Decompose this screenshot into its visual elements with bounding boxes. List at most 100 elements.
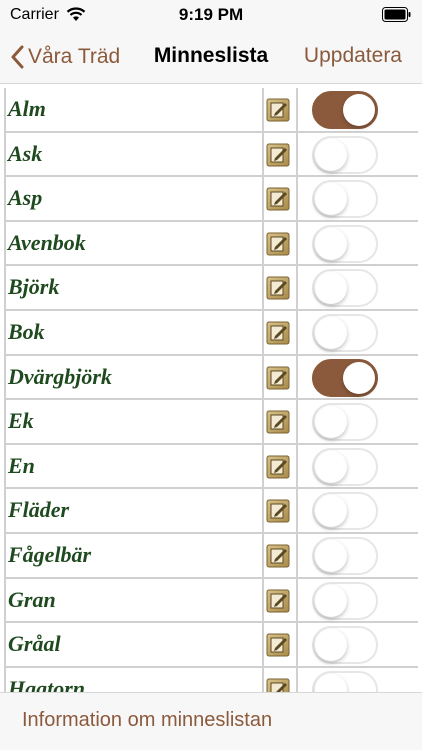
tree-name-cell[interactable]: Ask (6, 132, 264, 176)
toggle-knob (315, 406, 347, 439)
tree-list[interactable]: Alm Ask Asp Avenbok Björk Bok Dvärgbjörk… (4, 88, 418, 692)
edit-note-icon[interactable] (266, 321, 290, 345)
toggle-knob (343, 361, 375, 394)
edit-note-icon[interactable] (266, 187, 290, 211)
tree-name: Fågelbär (8, 541, 92, 567)
update-button[interactable]: Uppdatera (304, 44, 402, 68)
toggle-knob (315, 183, 347, 216)
edit-note-icon[interactable] (266, 276, 290, 300)
edit-note-icon[interactable] (266, 366, 290, 390)
edit-note-icon[interactable] (266, 98, 290, 122)
remember-toggle[interactable] (312, 447, 378, 486)
tree-name: Ask (8, 140, 43, 166)
remember-toggle[interactable] (312, 536, 378, 575)
toggle-cell (296, 444, 418, 488)
back-button[interactable]: Våra Träd (10, 40, 120, 74)
edit-note-icon[interactable] (266, 455, 290, 479)
remember-toggle[interactable] (312, 313, 378, 352)
remember-toggle[interactable] (312, 180, 378, 219)
toggle-cell (296, 623, 418, 666)
table-row: Bok (6, 310, 418, 356)
edit-note-icon[interactable] (266, 232, 290, 256)
info-link[interactable]: Information om minneslistan (22, 709, 272, 732)
remember-toggle[interactable] (312, 135, 378, 174)
remember-toggle[interactable] (312, 670, 378, 692)
remember-toggle[interactable] (312, 581, 378, 620)
remember-toggle[interactable] (312, 358, 378, 397)
tree-name-cell[interactable]: Avenbok (6, 221, 264, 265)
toggle-knob (315, 450, 347, 483)
toggle-cell (296, 132, 418, 176)
toggle-cell (296, 578, 418, 622)
table-row: En (6, 444, 418, 490)
edit-note-icon[interactable] (266, 544, 290, 568)
edit-note-icon[interactable] (266, 633, 290, 657)
edit-note-icon[interactable] (266, 678, 290, 692)
toggle-knob (315, 629, 347, 662)
toggle-knob (315, 138, 347, 171)
tree-name-cell[interactable]: Fågelbär (6, 533, 264, 577)
remember-toggle[interactable] (312, 269, 378, 308)
tree-name: Avenbok (8, 229, 86, 255)
status-time: 9:19 PM (178, 5, 244, 24)
toggle-cell (296, 177, 418, 220)
toggle-cell (296, 400, 418, 443)
back-button-label: Våra Träd (28, 45, 121, 68)
toggle-knob (315, 673, 347, 692)
tree-name-cell[interactable]: Bok (6, 310, 264, 354)
table-row: Fågelbär (6, 533, 418, 579)
toggle-knob (315, 539, 347, 572)
tree-name: Gran (8, 586, 56, 612)
edit-note-icon[interactable] (266, 143, 290, 167)
remember-toggle[interactable] (312, 403, 378, 442)
toggle-cell (296, 266, 418, 309)
navigation-bar: Våra Träd Minneslista Uppdatera (0, 30, 422, 84)
remember-toggle[interactable] (312, 626, 378, 665)
tree-name-cell[interactable]: Gran (6, 578, 264, 622)
tree-name-cell[interactable]: Hagtorn (6, 667, 264, 692)
tree-name: Asp (8, 185, 43, 211)
tree-name: Fläder (8, 497, 70, 523)
toggle-cell (296, 88, 418, 131)
toggle-knob (315, 495, 347, 528)
tree-name-cell[interactable]: En (6, 444, 264, 488)
bottom-toolbar: Information om minneslistan (0, 692, 422, 750)
battery-icon (382, 7, 411, 22)
table-row: Gråal (6, 623, 418, 668)
tree-name: Alm (8, 96, 46, 121)
tree-name: Björk (8, 274, 60, 300)
table-row: Björk (6, 266, 418, 311)
tree-name-cell[interactable]: Asp (6, 177, 264, 220)
table-row: Hagtorn (6, 667, 418, 692)
edit-note-icon[interactable] (266, 410, 290, 434)
toggle-knob (315, 584, 347, 617)
toggle-cell (296, 489, 418, 532)
tree-name: Ek (8, 408, 34, 434)
toggle-knob (343, 94, 375, 126)
chevron-left-icon (11, 45, 24, 69)
remember-toggle[interactable] (312, 91, 378, 129)
tree-name: Bok (8, 318, 45, 344)
table-row: Dvärgbjörk (6, 355, 418, 401)
table-row: Avenbok (6, 221, 418, 267)
tree-name: Hagtorn (8, 675, 86, 692)
remember-toggle[interactable] (312, 224, 378, 263)
tree-name-cell[interactable]: Gråal (6, 623, 264, 666)
tree-name-cell[interactable]: Dvärgbjörk (6, 355, 264, 399)
remember-toggle[interactable] (312, 492, 378, 531)
tree-name-cell[interactable]: Björk (6, 266, 264, 309)
toggle-cell (296, 310, 418, 354)
tree-name-cell[interactable]: Fläder (6, 489, 264, 532)
tree-name-cell[interactable]: Ek (6, 400, 264, 443)
table-row: Gran (6, 578, 418, 624)
status-bar: Carrier 9:19 PM (0, 0, 422, 30)
toggle-cell (296, 355, 418, 399)
table-row: Ek (6, 400, 418, 445)
toggle-cell (296, 221, 418, 265)
edit-note-icon[interactable] (266, 589, 290, 613)
table-row: Fläder (6, 489, 418, 534)
table-row: Alm (6, 88, 418, 133)
toggle-knob (315, 316, 347, 349)
edit-note-icon[interactable] (266, 499, 290, 523)
tree-name-cell[interactable]: Alm (6, 88, 264, 131)
